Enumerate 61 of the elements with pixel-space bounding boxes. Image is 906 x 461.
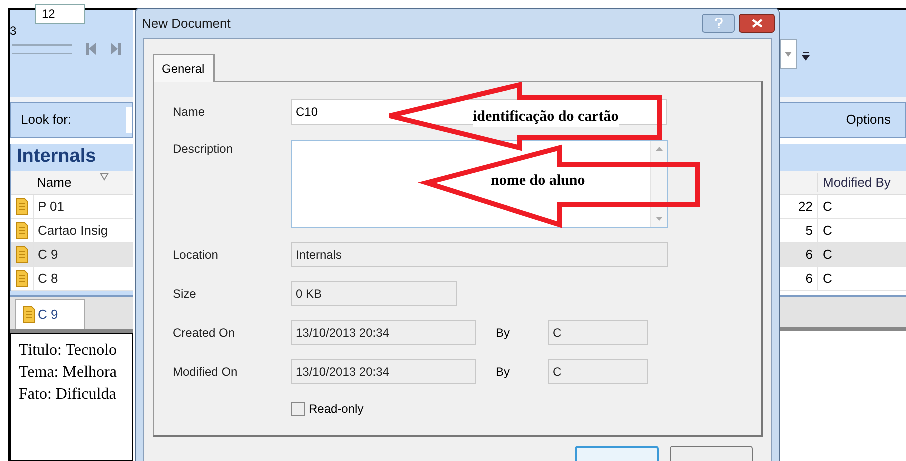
document-tab[interactable]: C 9 (15, 299, 85, 329)
table-cell: C (817, 243, 906, 266)
window-title: New Document (142, 14, 231, 33)
folder-title: Internals (17, 145, 96, 170)
search-label: Look for: (21, 111, 72, 130)
text-field[interactable]: 13/10/2013 20:34 (291, 320, 476, 345)
table-cell: C (817, 267, 906, 290)
table-cell-text: 6 (804, 270, 814, 288)
read-only-checkbox[interactable] (291, 402, 305, 416)
document-icon (15, 270, 29, 288)
document-icon (15, 222, 29, 240)
cancel-button[interactable] (670, 446, 753, 461)
table-cell: C 8 (33, 267, 113, 290)
close-icon (752, 19, 762, 28)
options-link[interactable]: Options (846, 110, 891, 130)
text-field[interactable]: Internals (291, 242, 668, 267)
text-field[interactable]: 0 KB (291, 281, 457, 306)
field-label: Description (173, 141, 234, 158)
first-page-icon[interactable] (85, 42, 97, 56)
next-page-icon[interactable] (110, 42, 122, 56)
table-cell: C (817, 219, 906, 242)
search-field[interactable] (126, 107, 132, 133)
checkbox-label: Read-only (309, 401, 364, 418)
document-icon (15, 246, 29, 264)
field-label: Name (173, 104, 206, 121)
scroll-up-icon[interactable] (656, 147, 662, 151)
document-icon (15, 198, 29, 216)
filter-icon[interactable] (100, 172, 109, 182)
general-tab[interactable]: General (153, 54, 215, 82)
column-header[interactable]: Name (11, 171, 133, 195)
table-cell: C 9 (33, 243, 113, 266)
field-label: By (495, 364, 512, 380)
ok-button[interactable] (575, 446, 659, 461)
table-cell: C (817, 195, 906, 218)
field-label: Created On (173, 324, 236, 342)
text-field[interactable]: C (548, 320, 648, 345)
table-cell-text: 22 (798, 198, 814, 216)
dropdown-field[interactable] (780, 39, 797, 69)
toolbar-text: 3 (10, 23, 17, 40)
help-icon (714, 18, 722, 29)
description-field[interactable] (291, 140, 668, 228)
caret-icon (785, 52, 792, 56)
text-field[interactable]: C (548, 359, 648, 384)
field-label: By (495, 324, 512, 342)
table-cell-text: 5 (804, 222, 814, 240)
field-label: Modified On (173, 364, 239, 380)
annotation-label: nome do aluno (491, 172, 586, 191)
overflow-icon[interactable] (802, 51, 810, 61)
text-field[interactable]: 13/10/2013 20:34 (291, 359, 476, 384)
scroll-down-icon[interactable] (656, 217, 662, 221)
document-icon (22, 306, 36, 324)
document-line: Titulo: Tecnolo (19, 341, 118, 361)
table-cell: P 01 (33, 195, 113, 218)
document-line: Fato: Dificulda (19, 385, 118, 405)
field-label: Size (173, 286, 198, 302)
field-label: Location (173, 246, 220, 264)
font-size-field[interactable]: 12 (35, 4, 85, 24)
table-cell: Cartao Insig (33, 219, 113, 242)
close-button[interactable] (739, 14, 775, 33)
table-cell-text: 6 (804, 246, 814, 264)
document-line: Tema: Melhora (19, 363, 118, 383)
